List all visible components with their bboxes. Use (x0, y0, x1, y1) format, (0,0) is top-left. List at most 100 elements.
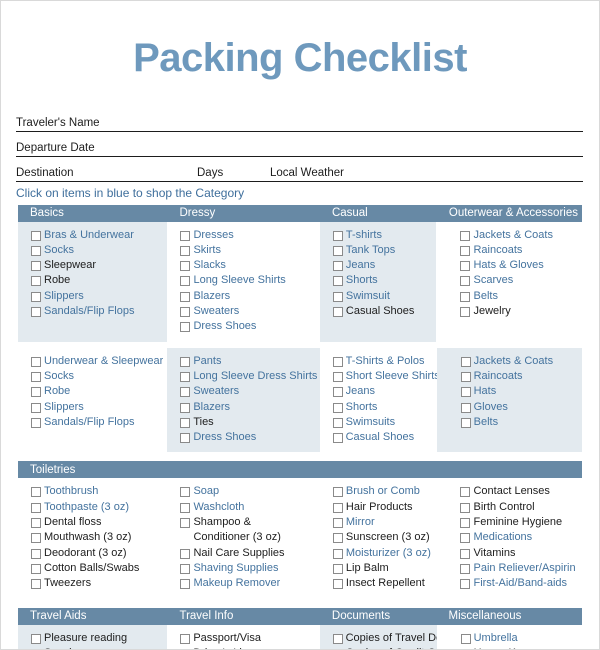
checkbox-icon[interactable] (332, 633, 343, 644)
checklist-item[interactable]: Cotton Balls/Swabs (31, 561, 167, 576)
checklist-item[interactable]: Makeup Remover (180, 576, 319, 591)
checklist-item[interactable]: Sleepwear (31, 258, 167, 273)
checklist-item[interactable]: Long Sleeve Shirts (180, 273, 319, 288)
checklist-item-label[interactable]: Swimsuit (346, 289, 390, 304)
checkbox-icon[interactable] (180, 387, 191, 398)
checkbox-icon[interactable] (31, 371, 41, 382)
checklist-item[interactable]: Vitamins (460, 546, 582, 561)
checklist-item[interactable]: Shampoo & (180, 515, 319, 530)
checklist-item[interactable]: House Keys (460, 646, 582, 649)
checklist-item[interactable]: Washcloth (180, 500, 319, 515)
checklist-item[interactable]: Umbrella (460, 631, 582, 646)
checklist-item[interactable]: Jeans (332, 258, 437, 273)
checklist-item-label[interactable]: Underwear & Sleepwear (44, 354, 163, 369)
checklist-item[interactable]: Mouthwash (3 oz) (31, 530, 167, 545)
checkbox-icon[interactable] (31, 518, 41, 529)
checklist-item[interactable]: Jeans (332, 384, 437, 399)
checkbox-icon[interactable] (180, 230, 191, 241)
traveler-name-row[interactable]: Traveler's Name (16, 107, 583, 132)
checkbox-icon[interactable] (180, 291, 191, 302)
checklist-item-label[interactable]: Medications (473, 530, 532, 545)
checkbox-icon[interactable] (460, 356, 471, 367)
checklist-item-label[interactable]: T-Shirts & Polos (346, 354, 425, 369)
checklist-item-label[interactable]: Socks (44, 369, 74, 384)
checkbox-icon[interactable] (31, 402, 41, 413)
checklist-item-label[interactable]: Sandals/Flip Flops (44, 415, 135, 430)
checklist-item[interactable]: Pain Reliever/Aspirin (460, 561, 582, 576)
checklist-item[interactable]: Bras & Underwear (31, 228, 167, 243)
checklist-item-label[interactable]: Makeup Remover (193, 576, 280, 591)
checkbox-icon[interactable] (332, 291, 343, 302)
checklist-item[interactable]: Hats & Gloves (460, 258, 582, 273)
checklist-item-label[interactable]: Dress Shoes (193, 319, 256, 334)
checkbox-icon[interactable] (460, 417, 471, 428)
checklist-item[interactable]: Shaving Supplies (180, 561, 319, 576)
checklist-item[interactable]: Shorts (332, 273, 437, 288)
checklist-item-label[interactable]: T-shirts (346, 228, 382, 243)
checklist-item[interactable]: Mirror (332, 515, 437, 530)
checklist-item-label[interactable]: Tank Tops (346, 243, 395, 258)
checklist-item[interactable]: Sandals/Flip Flops (31, 304, 167, 319)
checklist-item[interactable]: Skirts (180, 243, 319, 258)
checkbox-icon[interactable] (180, 261, 191, 272)
checkbox-icon[interactable] (460, 307, 471, 318)
checklist-item-label[interactable]: Umbrella (474, 631, 518, 646)
checklist-item[interactable]: Tank Tops (332, 243, 437, 258)
checkbox-icon[interactable] (460, 548, 471, 559)
checklist-item-label[interactable]: Casual Shoes (346, 430, 415, 445)
checklist-item[interactable]: Blazers (180, 289, 319, 304)
checklist-item-label[interactable]: Shorts (346, 273, 378, 288)
checklist-item-label[interactable]: Long Sleeve Shirts (193, 273, 285, 288)
checklist-item-label[interactable]: Belts (474, 415, 498, 430)
checkbox-icon[interactable] (31, 276, 41, 287)
checklist-item[interactable]: Birth Control (460, 500, 582, 515)
checkbox-icon[interactable] (31, 230, 41, 241)
checkbox-icon[interactable] (332, 563, 343, 574)
checklist-item[interactable]: Feminine Hygiene (460, 515, 582, 530)
checklist-item-label[interactable]: Mirror (346, 515, 375, 530)
checkbox-icon[interactable] (460, 371, 471, 382)
checkbox-icon[interactable] (332, 402, 343, 413)
checkbox-icon[interactable] (460, 276, 471, 287)
checkbox-icon[interactable] (180, 548, 191, 559)
checkbox-icon[interactable] (180, 356, 191, 367)
checklist-item-label[interactable]: Slippers (44, 400, 84, 415)
checkbox-icon[interactable] (460, 518, 471, 529)
checkbox-icon[interactable] (31, 291, 41, 302)
checklist-item[interactable]: Copies of Travel Docs (332, 631, 437, 646)
checklist-item-label[interactable]: Toothpaste (3 oz) (44, 500, 129, 515)
checklist-item[interactable]: Raincoats (460, 369, 582, 384)
checklist-item[interactable]: Copies of Credit Cards (332, 646, 437, 649)
checklist-item-label[interactable]: Sweaters (193, 304, 239, 319)
checklist-item[interactable]: First-Aid/Band-aids (460, 576, 582, 591)
checklist-item-label[interactable]: Shorts (346, 400, 378, 415)
checkbox-icon[interactable] (460, 387, 471, 398)
checklist-item[interactable]: Sweaters (180, 384, 319, 399)
checkbox-icon[interactable] (180, 402, 191, 413)
checkbox-icon[interactable] (31, 548, 41, 559)
checklist-item[interactable]: Scarves (460, 273, 582, 288)
checklist-item[interactable]: Hair Products (332, 500, 437, 515)
checklist-item-label[interactable]: First-Aid/Band-aids (473, 576, 567, 591)
checklist-item[interactable]: Slippers (31, 400, 167, 415)
checklist-item[interactable]: Belts (460, 289, 582, 304)
checklist-item[interactable]: Sweaters (180, 304, 319, 319)
checkbox-icon[interactable] (31, 387, 41, 398)
checklist-item-label[interactable]: Sweaters (193, 384, 239, 399)
checklist-item[interactable]: Blazers (180, 400, 319, 415)
checkbox-icon[interactable] (180, 633, 191, 644)
checklist-item[interactable]: Lip Balm (332, 561, 437, 576)
checklist-item-label[interactable]: Jeans (346, 258, 375, 273)
checklist-item[interactable]: Pants (180, 354, 319, 369)
checkbox-icon[interactable] (180, 307, 191, 318)
checklist-item-label[interactable]: Pants (193, 354, 221, 369)
checkbox-icon[interactable] (460, 502, 471, 513)
checklist-item[interactable]: Tweezers (31, 576, 167, 591)
checklist-item-label[interactable]: Dress Shoes (193, 430, 256, 445)
checkbox-icon[interactable] (332, 548, 343, 559)
checklist-item-label[interactable]: Sandals/Flip Flops (44, 304, 135, 319)
checklist-item-label[interactable]: Scarves (473, 273, 513, 288)
checklist-item[interactable]: Dental floss (31, 515, 167, 530)
checklist-item-label[interactable]: Dresses (193, 228, 233, 243)
checklist-item[interactable]: Swimsuits (332, 415, 437, 430)
